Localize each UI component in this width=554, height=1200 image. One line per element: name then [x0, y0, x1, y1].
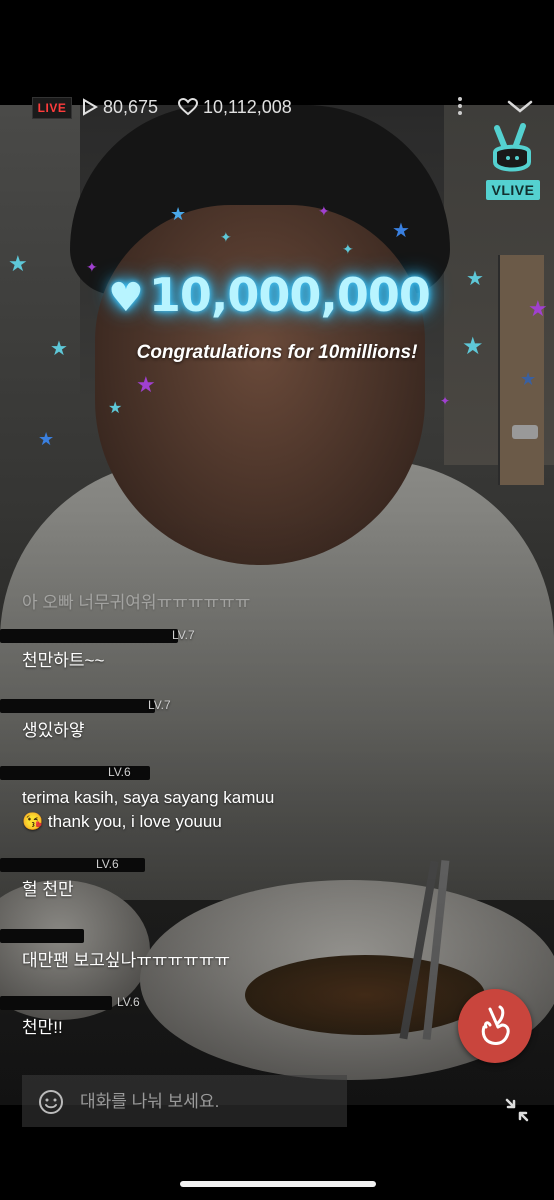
live-stream-screen: LIVE 80,675 10,112,008 VLIVE ♥ 10,000,000… [0, 0, 554, 1200]
chat-nickname [0, 928, 230, 946]
chat-message: LV.7 생있하얗 [0, 698, 171, 742]
view-count: 80,675 [82, 95, 158, 119]
star-icon: ★ [170, 204, 187, 224]
home-indicator[interactable] [180, 1181, 376, 1187]
heart-outline-icon [177, 97, 199, 116]
chat-nickname: LV.7 [0, 628, 195, 646]
chat-level-badge: LV.6 [117, 995, 140, 1009]
redacted-nickname [0, 929, 84, 943]
play-icon [83, 98, 98, 116]
star-icon: ✦ [440, 394, 451, 408]
star-icon: ✦ [318, 203, 330, 219]
redacted-nickname [0, 858, 145, 872]
star-icon: ★ [466, 268, 484, 290]
chat-message: LV.7 천만하트~~ [0, 628, 195, 672]
chat-nickname: LV.6 [0, 995, 140, 1013]
chat-message-text: 천만하트~~ [22, 651, 105, 670]
star-icon: ★ [392, 220, 410, 242]
view-count-value: 80,675 [103, 97, 159, 117]
emoji-icon[interactable] [38, 1089, 64, 1115]
ten-million-counter: ♥ 10,000,000 [108, 268, 431, 322]
chat-message-text: 대만팬 보고싶나ㅠㅠㅠㅠㅠㅠ [22, 951, 231, 970]
vlive-logo-text: VLIVE [486, 180, 540, 200]
collapse-icon[interactable] [503, 1096, 531, 1124]
star-icon: ✦ [342, 241, 354, 257]
redacted-nickname [0, 996, 112, 1010]
live-badge: LIVE [32, 97, 72, 119]
star-icon: ★ [520, 369, 537, 389]
star-icon: ★ [50, 338, 68, 360]
finger-heart-icon [481, 1005, 510, 1045]
chat-message: 대만팬 보고싶나ㅠㅠㅠㅠㅠㅠ [0, 928, 231, 972]
chat-level-badge: LV.7 [148, 698, 171, 712]
chat-message: 아 오빠 너무귀여워ㅠㅠㅠㅠㅠㅠ [22, 588, 250, 614]
chat-nickname: LV.7 [0, 698, 171, 716]
star-icon: ★ [462, 333, 484, 360]
chat-message-text: terima kasih, saya sayang kamuu [22, 788, 275, 807]
chat-level-badge: LV.6 [96, 857, 119, 871]
v-hand-icon [493, 123, 531, 172]
star-icon: ★ [8, 251, 28, 276]
like-count: 10,112,008 [177, 95, 292, 119]
redacted-nickname [0, 629, 178, 643]
status-bar-area [0, 0, 554, 105]
chat-message: LV.6 terima kasih, saya sayang kamuu 😘 t… [0, 765, 275, 833]
chat-message-text: 천만!! [22, 1018, 63, 1037]
star-icon: ★ [38, 429, 55, 449]
star-icon: ✦ [86, 259, 98, 275]
star-icon: ★ [136, 372, 156, 397]
star-icon: ✦ [220, 229, 232, 245]
milestone-count: 10,000,000 [148, 268, 431, 322]
chat-nickname: LV.6 [0, 857, 145, 875]
chat-message-text: 생있하얗 [22, 721, 85, 740]
chevron-down-icon[interactable] [505, 97, 535, 117]
chat-message: LV.6 천만!! [0, 995, 140, 1039]
chat-message-text: 헐 천만 [22, 880, 74, 899]
chat-level-badge: LV.7 [172, 628, 195, 642]
chat-input-bar [22, 1075, 347, 1127]
send-heart-button[interactable] [458, 989, 532, 1063]
chat-message: LV.6 헐 천만 [0, 857, 145, 901]
star-icon: ★ [528, 296, 548, 321]
like-count-value: 10,112,008 [203, 97, 292, 117]
chat-level-badge: LV.6 [108, 765, 131, 779]
chat-input[interactable] [78, 1087, 342, 1117]
redacted-nickname [0, 699, 155, 713]
chat-message-text: 아 오빠 너무귀여워ㅠㅠㅠㅠㅠㅠ [22, 593, 251, 612]
chat-message-text: 😘 thank you, i love youuu [22, 812, 222, 831]
chat-nickname: LV.6 [0, 765, 274, 783]
star-icon: ★ [108, 400, 123, 417]
more-options-icon[interactable] [452, 94, 468, 124]
heart-icon: ♥ [108, 275, 144, 321]
